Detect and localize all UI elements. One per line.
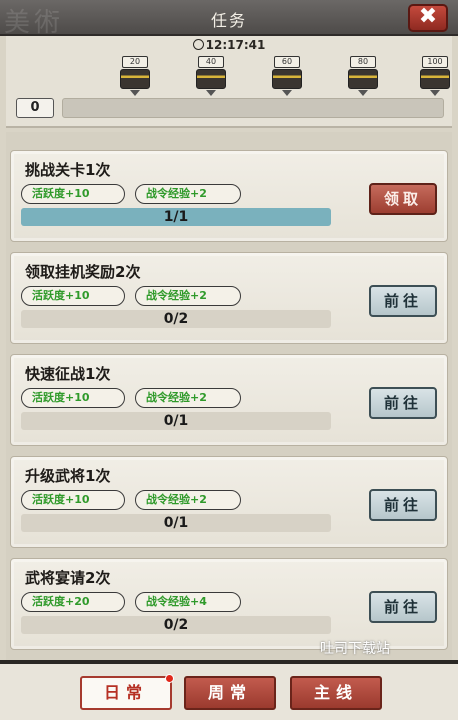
tab-bar: 日常 周常 主线 xyxy=(0,660,458,720)
activity-reward: 活跃度+20 xyxy=(21,592,125,612)
go-button[interactable]: 前往 xyxy=(369,387,437,419)
activity-progress-bar xyxy=(62,98,444,118)
tab-label: 主线 xyxy=(313,683,358,702)
task-card: 快速征战1次 活跃度+10 战令经验+2 0/1 前往 xyxy=(10,354,448,446)
milestone-chest-5[interactable]: 100 xyxy=(418,56,452,98)
milestone-value: 100 xyxy=(422,56,448,68)
pass-exp-reward: 战令经验+4 xyxy=(135,592,241,612)
pass-exp-reward: 战令经验+2 xyxy=(135,490,241,510)
page-title: 任务 xyxy=(210,11,247,30)
reset-timer: 12:17:41 xyxy=(6,38,452,52)
milestone-chest-2[interactable]: 40 xyxy=(194,56,228,98)
tab-main-quest[interactable]: 主线 xyxy=(290,676,382,710)
progress-text: 0/2 xyxy=(163,311,189,327)
task-progress-bar: 0/1 xyxy=(21,514,331,532)
timer-text: 12:17:41 xyxy=(205,38,266,52)
task-card: 领取挂机奖励2次 活跃度+10 战令经验+2 0/2 前往 xyxy=(10,252,448,344)
progress-text: 1/1 xyxy=(163,209,189,225)
milestone-value: 20 xyxy=(122,56,148,68)
task-name: 升级武将1次 xyxy=(25,467,111,485)
pointer-icon xyxy=(206,90,216,96)
task-name: 武将宴请2次 xyxy=(25,569,111,587)
task-name: 挑战关卡1次 xyxy=(25,161,111,179)
watermark: 吐司下载站 xyxy=(320,641,390,657)
pointer-icon xyxy=(358,90,368,96)
pass-exp-reward: 战令经验+2 xyxy=(135,388,241,408)
pointer-icon xyxy=(130,90,140,96)
task-progress-bar: 1/1 xyxy=(21,208,331,226)
pointer-icon xyxy=(430,90,440,96)
milestone-chest-4[interactable]: 80 xyxy=(346,56,380,98)
milestone-chest-3[interactable]: 60 xyxy=(270,56,304,98)
notification-dot-icon xyxy=(165,674,174,683)
milestone-value: 60 xyxy=(274,56,300,68)
claim-button[interactable]: 领取 xyxy=(369,183,437,215)
activity-reward: 活跃度+10 xyxy=(21,388,125,408)
task-name: 快速征战1次 xyxy=(25,365,111,383)
go-button[interactable]: 前往 xyxy=(369,489,437,521)
clock-icon xyxy=(192,39,204,50)
pass-exp-reward: 战令经验+2 xyxy=(135,286,241,306)
milestone-value: 40 xyxy=(198,56,224,68)
task-progress-bar: 0/2 xyxy=(21,310,331,328)
task-card: 挑战关卡1次 活跃度+10 战令经验+2 1/1 领取 xyxy=(10,150,448,242)
chest-icon xyxy=(420,69,450,89)
chest-icon xyxy=(348,69,378,89)
chest-icon xyxy=(120,69,150,89)
activity-reward: 活跃度+10 xyxy=(21,490,125,510)
chest-icon xyxy=(196,69,226,89)
pass-exp-reward: 战令经验+2 xyxy=(135,184,241,204)
task-progress-bar: 0/2 xyxy=(21,616,331,634)
progress-text: 0/2 xyxy=(163,617,189,633)
milestone-value: 80 xyxy=(350,56,376,68)
tab-label: 日常 xyxy=(103,683,148,702)
task-card: 升级武将1次 活跃度+10 战令经验+2 0/1 前往 xyxy=(10,456,448,548)
tab-label: 周常 xyxy=(207,683,252,702)
tab-weekly[interactable]: 周常 xyxy=(184,676,276,710)
chest-icon xyxy=(272,69,302,89)
task-progress-bar: 0/1 xyxy=(21,412,331,430)
activity-reward: 活跃度+10 xyxy=(21,286,125,306)
milestone-chest-1[interactable]: 20 xyxy=(118,56,152,98)
close-icon[interactable]: ✖ xyxy=(419,4,437,29)
progress-text: 0/1 xyxy=(163,413,189,429)
close-button[interactable]: ✖ xyxy=(408,4,448,32)
task-list[interactable]: 挑战关卡1次 活跃度+10 战令经验+2 1/1 领取 领取挂机奖励2次 活跃度… xyxy=(6,132,452,660)
go-button[interactable]: 前往 xyxy=(369,591,437,623)
pointer-icon xyxy=(282,90,292,96)
title-bar: 美術 任务 ✖ xyxy=(0,0,458,38)
activity-total: 0 xyxy=(16,98,54,118)
activity-panel: 12:17:41 20 40 60 80 100 0 xyxy=(6,36,452,128)
task-card: 武将宴请2次 活跃度+20 战令经验+4 0/2 前往 xyxy=(10,558,448,650)
progress-text: 0/1 xyxy=(163,515,189,531)
task-name: 领取挂机奖励2次 xyxy=(25,263,141,281)
go-button[interactable]: 前往 xyxy=(369,285,437,317)
activity-reward: 活跃度+10 xyxy=(21,184,125,204)
tab-daily[interactable]: 日常 xyxy=(80,674,174,710)
